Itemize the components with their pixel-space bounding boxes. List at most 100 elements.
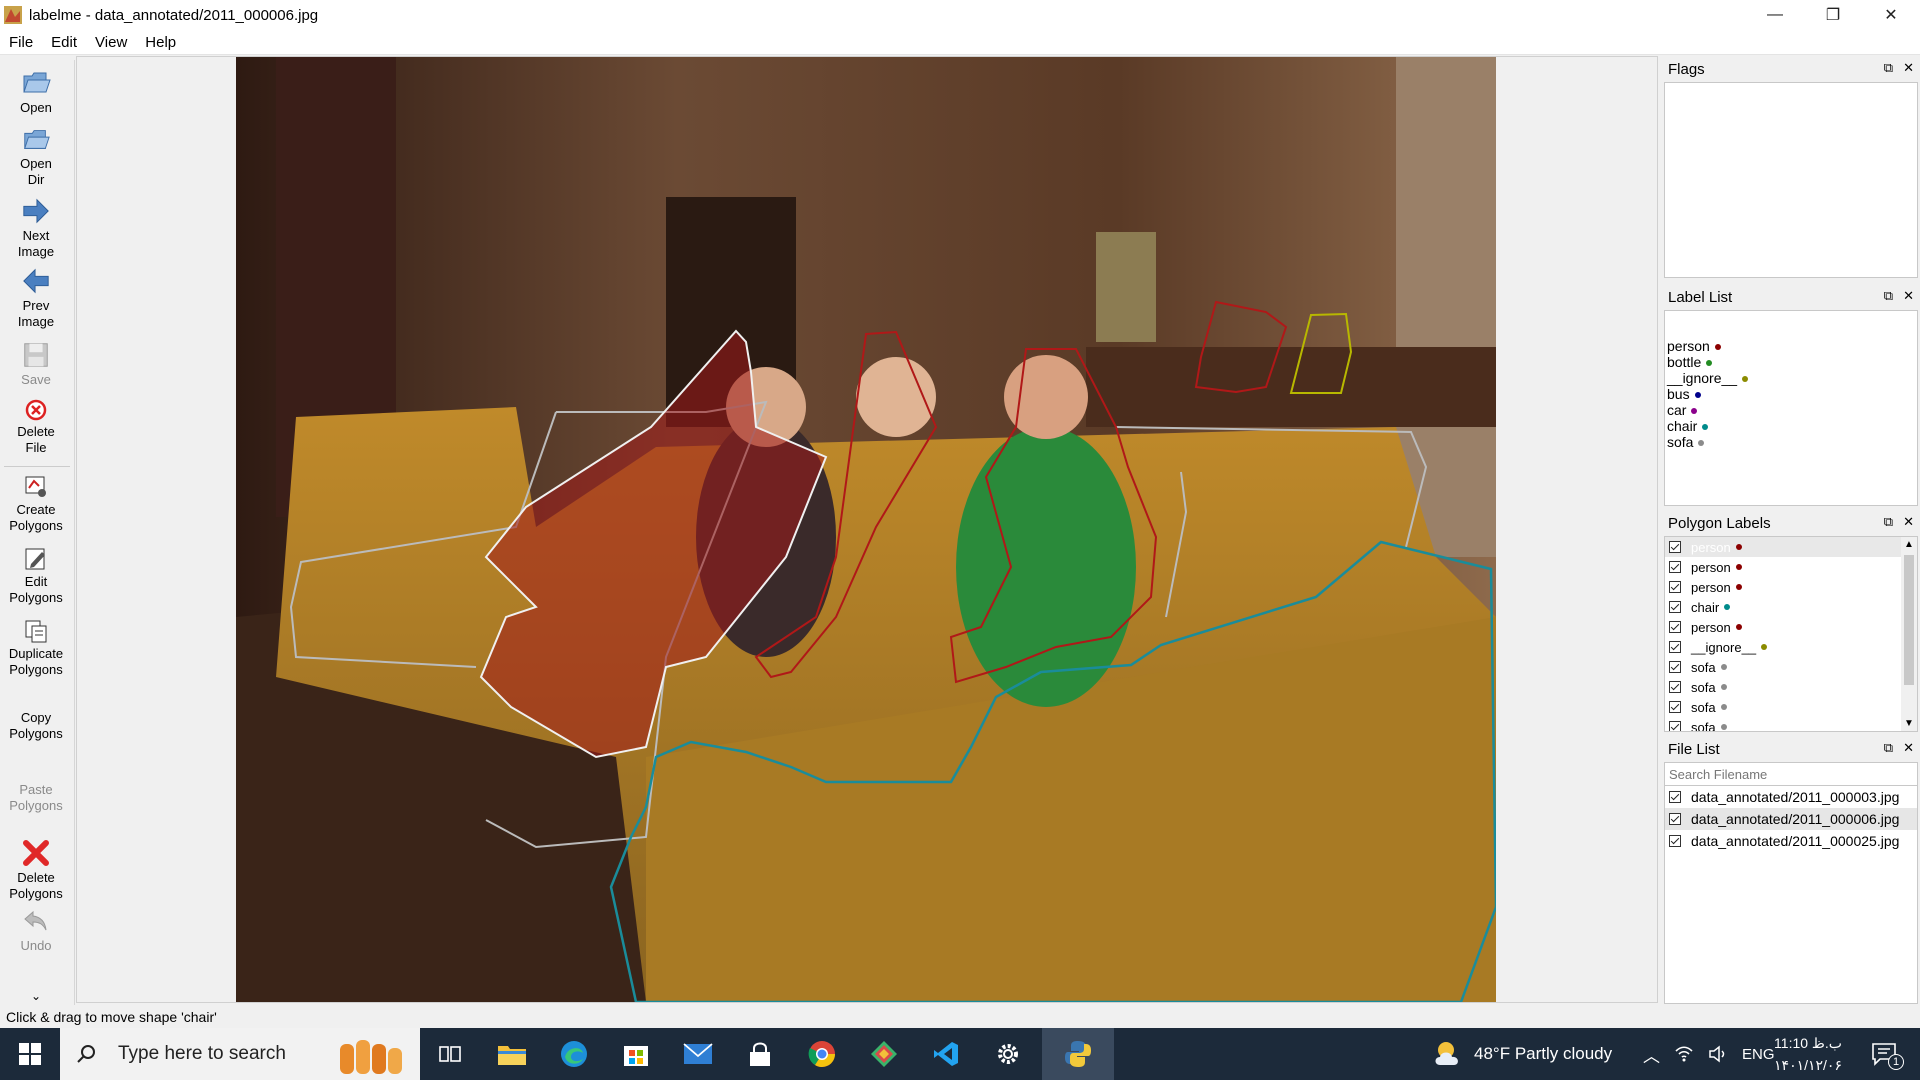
close-icon[interactable]: ✕ xyxy=(1903,514,1914,530)
open-dir-button[interactable]: Open Dir xyxy=(0,124,72,188)
file-explorer-icon[interactable] xyxy=(494,1036,530,1072)
label-list-item[interactable]: person xyxy=(1665,338,1917,354)
delete-file-button[interactable]: Delete File xyxy=(0,398,72,456)
prev-image-button[interactable]: Prev Image xyxy=(0,266,72,330)
checkbox[interactable] xyxy=(1669,681,1681,693)
edit-pencil-icon xyxy=(25,548,45,570)
toolbar-more-chevron[interactable]: ⌄ xyxy=(0,988,72,1004)
edge-browser-icon[interactable] xyxy=(556,1036,592,1072)
label-list-dock: Label List ⧉ ✕ person bottle __ignore__ b… xyxy=(1662,286,1920,506)
polygon-labels-scrollbar[interactable]: ▲ ▼ xyxy=(1901,537,1917,731)
save-button[interactable]: Save xyxy=(0,340,72,388)
checkbox[interactable] xyxy=(1669,721,1681,731)
checkbox[interactable] xyxy=(1669,541,1681,553)
polygon-label-row[interactable]: sofa xyxy=(1665,677,1917,697)
polygon-label-row[interactable]: person xyxy=(1665,577,1917,597)
delete-polygons-button[interactable]: Delete Polygons xyxy=(0,838,72,902)
checkbox[interactable] xyxy=(1669,641,1681,653)
polygon-label-row[interactable]: sofa xyxy=(1665,717,1917,731)
undo-button[interactable]: Undo xyxy=(0,906,72,954)
color-dot xyxy=(1720,724,1727,730)
checkbox[interactable] xyxy=(1669,561,1681,573)
vscode-icon[interactable] xyxy=(928,1036,964,1072)
polygon-labels-dock: Polygon Labels ⧉ ✕ person person person c… xyxy=(1662,512,1920,732)
menu-edit[interactable]: Edit xyxy=(42,34,86,51)
tools-toolbar: Open Open Dir Next Image Prev Image Save… xyxy=(0,60,75,1005)
close-icon[interactable]: ✕ xyxy=(1903,60,1914,76)
close-button[interactable]: ✕ xyxy=(1862,0,1920,30)
flags-panel[interactable] xyxy=(1664,82,1918,278)
float-icon[interactable]: ⧉ xyxy=(1884,740,1893,756)
polygon-label-row[interactable]: chair xyxy=(1665,597,1917,617)
float-icon[interactable]: ⧉ xyxy=(1884,60,1893,76)
python-app-icon[interactable] xyxy=(1042,1028,1114,1080)
task-view-icon[interactable] xyxy=(432,1036,468,1072)
git-kraken-icon[interactable] xyxy=(866,1036,902,1072)
volume-speaker-icon[interactable] xyxy=(1708,1045,1728,1063)
scroll-thumb[interactable] xyxy=(1904,555,1914,685)
polygon-label-row[interactable]: person xyxy=(1665,557,1917,577)
mail-icon[interactable] xyxy=(680,1036,716,1072)
network-wifi-icon[interactable] xyxy=(1674,1045,1694,1063)
taskbar-search-input[interactable]: Type here to search xyxy=(60,1028,420,1080)
lock-bag-icon[interactable] xyxy=(742,1036,778,1072)
checkbox[interactable] xyxy=(1669,835,1681,847)
copy-polygons-button[interactable]: Copy Polygons xyxy=(0,710,72,742)
float-icon[interactable]: ⧉ xyxy=(1884,288,1893,304)
menu-view[interactable]: View xyxy=(86,34,136,51)
minimize-button[interactable]: — xyxy=(1746,0,1804,30)
float-icon[interactable]: ⧉ xyxy=(1884,514,1893,530)
file-list-item[interactable]: data_annotated/2011_000006.jpg xyxy=(1665,808,1917,830)
chrome-browser-icon[interactable] xyxy=(804,1036,840,1072)
polygon-label-row[interactable]: __ignore__ xyxy=(1665,637,1917,657)
notification-icon[interactable]: 1 xyxy=(1866,1036,1904,1072)
duplicate-polygons-button[interactable]: Duplicate Polygons xyxy=(0,618,72,678)
polygon-label-row[interactable]: person xyxy=(1665,537,1917,557)
label-list-item[interactable]: __ignore__ xyxy=(1665,370,1917,386)
color-dot xyxy=(1720,684,1727,690)
label-list-item[interactable]: car xyxy=(1665,402,1917,418)
annotated-image-canvas[interactable] xyxy=(236,57,1496,1002)
file-list-item[interactable]: data_annotated/2011_000003.jpg xyxy=(1665,786,1917,808)
checkbox[interactable] xyxy=(1669,621,1681,633)
file-list-item[interactable]: data_annotated/2011_000025.jpg xyxy=(1665,830,1917,852)
flags-title: Flags xyxy=(1668,60,1705,78)
taskbar: Type here to search 48°F Partly cloudy ︿ xyxy=(0,1028,1920,1080)
restore-button[interactable]: ❐ xyxy=(1804,0,1862,30)
checkbox[interactable] xyxy=(1669,581,1681,593)
label-list-item[interactable]: bus xyxy=(1665,386,1917,402)
close-icon[interactable]: ✕ xyxy=(1903,288,1914,304)
delete-circle-icon xyxy=(25,399,47,421)
clock[interactable]: 11:10 ب.ظ ۱۴۰۱/۱۲/۰۶ xyxy=(1770,1032,1846,1076)
checkbox[interactable] xyxy=(1669,791,1681,803)
menu-file[interactable]: File xyxy=(0,34,42,51)
polygon-labels-panel[interactable]: person person person chair person __igno… xyxy=(1664,536,1918,732)
file-search-input[interactable]: Search Filename xyxy=(1665,763,1917,786)
label-list-item[interactable]: sofa xyxy=(1665,434,1917,450)
checkbox[interactable] xyxy=(1669,601,1681,613)
polygon-label-row[interactable]: sofa xyxy=(1665,697,1917,717)
label-list-item[interactable]: bottle xyxy=(1665,354,1917,370)
microsoft-store-icon[interactable] xyxy=(618,1036,654,1072)
paste-polygons-button[interactable]: Paste Polygons xyxy=(0,782,72,814)
color-dot xyxy=(1714,344,1721,351)
chevron-up-icon[interactable]: ︿ xyxy=(1643,1042,1660,1067)
polygon-label-row[interactable]: person xyxy=(1665,617,1917,637)
next-image-button[interactable]: Next Image xyxy=(0,196,72,260)
chevron-down-icon[interactable]: ▼ xyxy=(1904,718,1914,729)
checkbox[interactable] xyxy=(1669,701,1681,713)
polygon-label-row[interactable]: sofa xyxy=(1665,657,1917,677)
checkbox[interactable] xyxy=(1669,661,1681,673)
open-button[interactable]: Open xyxy=(0,66,72,116)
start-button[interactable] xyxy=(0,1028,60,1080)
menu-help[interactable]: Help xyxy=(136,34,185,51)
weather-widget[interactable]: 48°F Partly cloudy xyxy=(1432,1028,1632,1080)
label-list-item[interactable]: chair xyxy=(1665,418,1917,434)
settings-gear-icon[interactable] xyxy=(990,1036,1026,1072)
checkbox[interactable] xyxy=(1669,813,1681,825)
edit-polygons-button[interactable]: Edit Polygons xyxy=(0,546,72,606)
create-polygons-button[interactable]: Create Polygons xyxy=(0,474,72,534)
close-icon[interactable]: ✕ xyxy=(1903,740,1914,756)
chevron-up-icon[interactable]: ▲ xyxy=(1904,539,1914,550)
label-list-panel[interactable]: person bottle __ignore__ bus car chair s… xyxy=(1664,310,1918,506)
